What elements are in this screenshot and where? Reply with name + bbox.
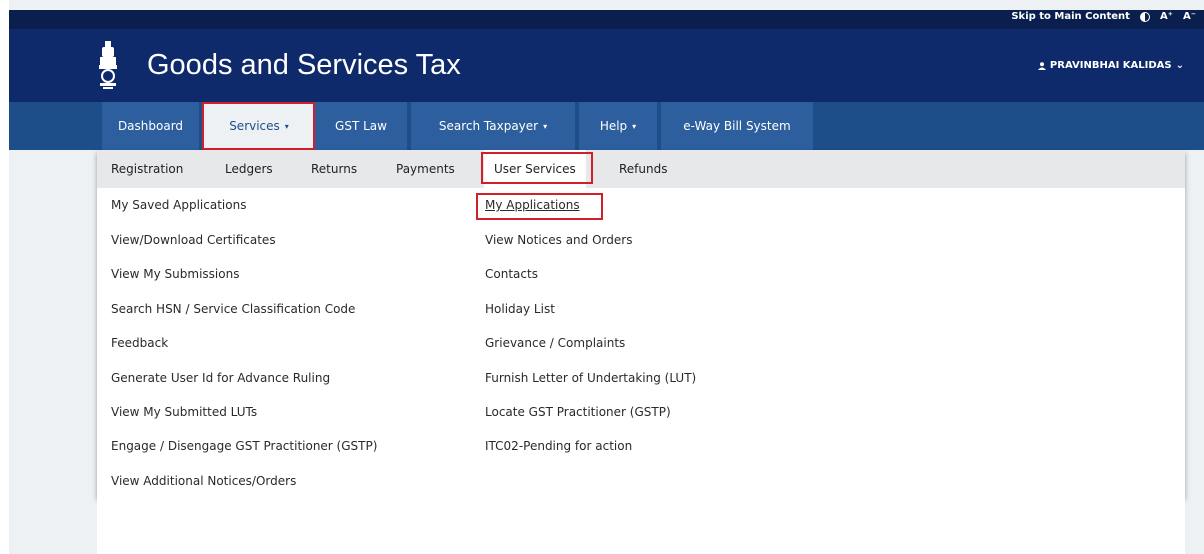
menu-link-view-submitted-luts[interactable]: View My Submitted LUTs xyxy=(111,405,257,419)
menu-link-feedback[interactable]: Feedback xyxy=(111,336,168,350)
site-title[interactable]: Goods and Services Tax xyxy=(147,49,461,82)
caret-down-icon: ▾ xyxy=(543,121,548,131)
subnav-user-services[interactable]: User Services xyxy=(484,150,586,188)
nav-eway-bill-system[interactable]: e-Way Bill System xyxy=(661,102,813,150)
menu-link-itc02-pending[interactable]: ITC02-Pending for action xyxy=(485,439,632,453)
font-increase-button[interactable]: A⁺ xyxy=(1160,11,1173,22)
menu-link-locate-gstp[interactable]: Locate GST Practitioner (GSTP) xyxy=(485,405,671,419)
subnav-refunds[interactable]: Refunds xyxy=(619,150,668,188)
page-left-margin xyxy=(0,0,9,554)
menu-link-generate-user-id[interactable]: Generate User Id for Advance Ruling xyxy=(111,371,330,385)
subnav-returns[interactable]: Returns xyxy=(311,150,357,188)
caret-down-icon: ▾ xyxy=(632,121,637,131)
menu-link-grievance-complaints[interactable]: Grievance / Complaints xyxy=(485,336,625,350)
nav-help-label: Help xyxy=(599,119,628,133)
skip-to-main-content-link[interactable]: Skip to Main Content xyxy=(1011,11,1130,22)
user-name: PRAVINBHAI KALIDAS xyxy=(1049,60,1172,71)
site-header: Goods and Services Tax PRAVINBHAI KALIDA… xyxy=(9,29,1204,102)
menu-link-engage-gstp[interactable]: Engage / Disengage GST Practitioner (GST… xyxy=(111,439,377,453)
menu-link-holiday-list[interactable]: Holiday List xyxy=(485,302,555,316)
services-dropdown: Registration Ledgers Returns Payments Us… xyxy=(97,150,1185,497)
menu-link-search-hsn[interactable]: Search HSN / Service Classification Code xyxy=(111,302,355,316)
nav-search-taxpayer[interactable]: Search Taxpayer ▾ xyxy=(411,102,575,150)
services-subnav: Registration Ledgers Returns Payments Us… xyxy=(97,150,1185,188)
menu-link-my-applications[interactable]: My Applications xyxy=(485,198,580,212)
nav-services-label: Services xyxy=(229,119,280,133)
nav-services[interactable]: Services ▾ xyxy=(203,102,315,150)
menu-link-my-saved-applications[interactable]: My Saved Applications xyxy=(111,198,246,212)
subnav-ledgers[interactable]: Ledgers xyxy=(225,150,273,188)
nav-search-taxpayer-label: Search Taxpayer xyxy=(438,119,539,133)
caret-down-icon: ▾ xyxy=(284,121,289,131)
nav-dashboard-label: Dashboard xyxy=(117,119,184,133)
nav-eway-label: e-Way Bill System xyxy=(683,119,791,133)
menu-link-view-notices-orders[interactable]: View Notices and Orders xyxy=(485,233,632,247)
national-emblem-icon xyxy=(99,41,117,89)
menu-link-furnish-lut[interactable]: Furnish Letter of Undertaking (LUT) xyxy=(485,371,696,385)
user-menu[interactable]: PRAVINBHAI KALIDAS ⌄ xyxy=(1037,60,1184,71)
main-content-area xyxy=(97,497,1185,554)
menu-link-view-my-submissions[interactable]: View My Submissions xyxy=(111,267,239,281)
nav-gst-law-label: GST Law xyxy=(335,119,387,133)
contrast-icon[interactable] xyxy=(1139,11,1150,22)
subnav-registration[interactable]: Registration xyxy=(111,150,183,188)
user-icon xyxy=(1037,61,1046,70)
subnav-payments[interactable]: Payments xyxy=(396,150,455,188)
main-navbar: Dashboard Services ▾ GST Law Search Taxp… xyxy=(9,102,1204,150)
menu-link-contacts[interactable]: Contacts xyxy=(485,267,538,281)
nav-help[interactable]: Help ▾ xyxy=(579,102,657,150)
accessibility-bar: Skip to Main Content A⁺ A⁻ xyxy=(9,10,1204,29)
nav-gst-law[interactable]: GST Law xyxy=(315,102,407,150)
font-decrease-button[interactable]: A⁻ xyxy=(1183,11,1196,22)
chevron-down-icon: ⌄ xyxy=(1175,60,1184,71)
nav-dashboard[interactable]: Dashboard xyxy=(102,102,199,150)
menu-link-view-additional-notices[interactable]: View Additional Notices/Orders xyxy=(111,474,296,488)
menu-link-view-download-certificates[interactable]: View/Download Certificates xyxy=(111,233,276,247)
